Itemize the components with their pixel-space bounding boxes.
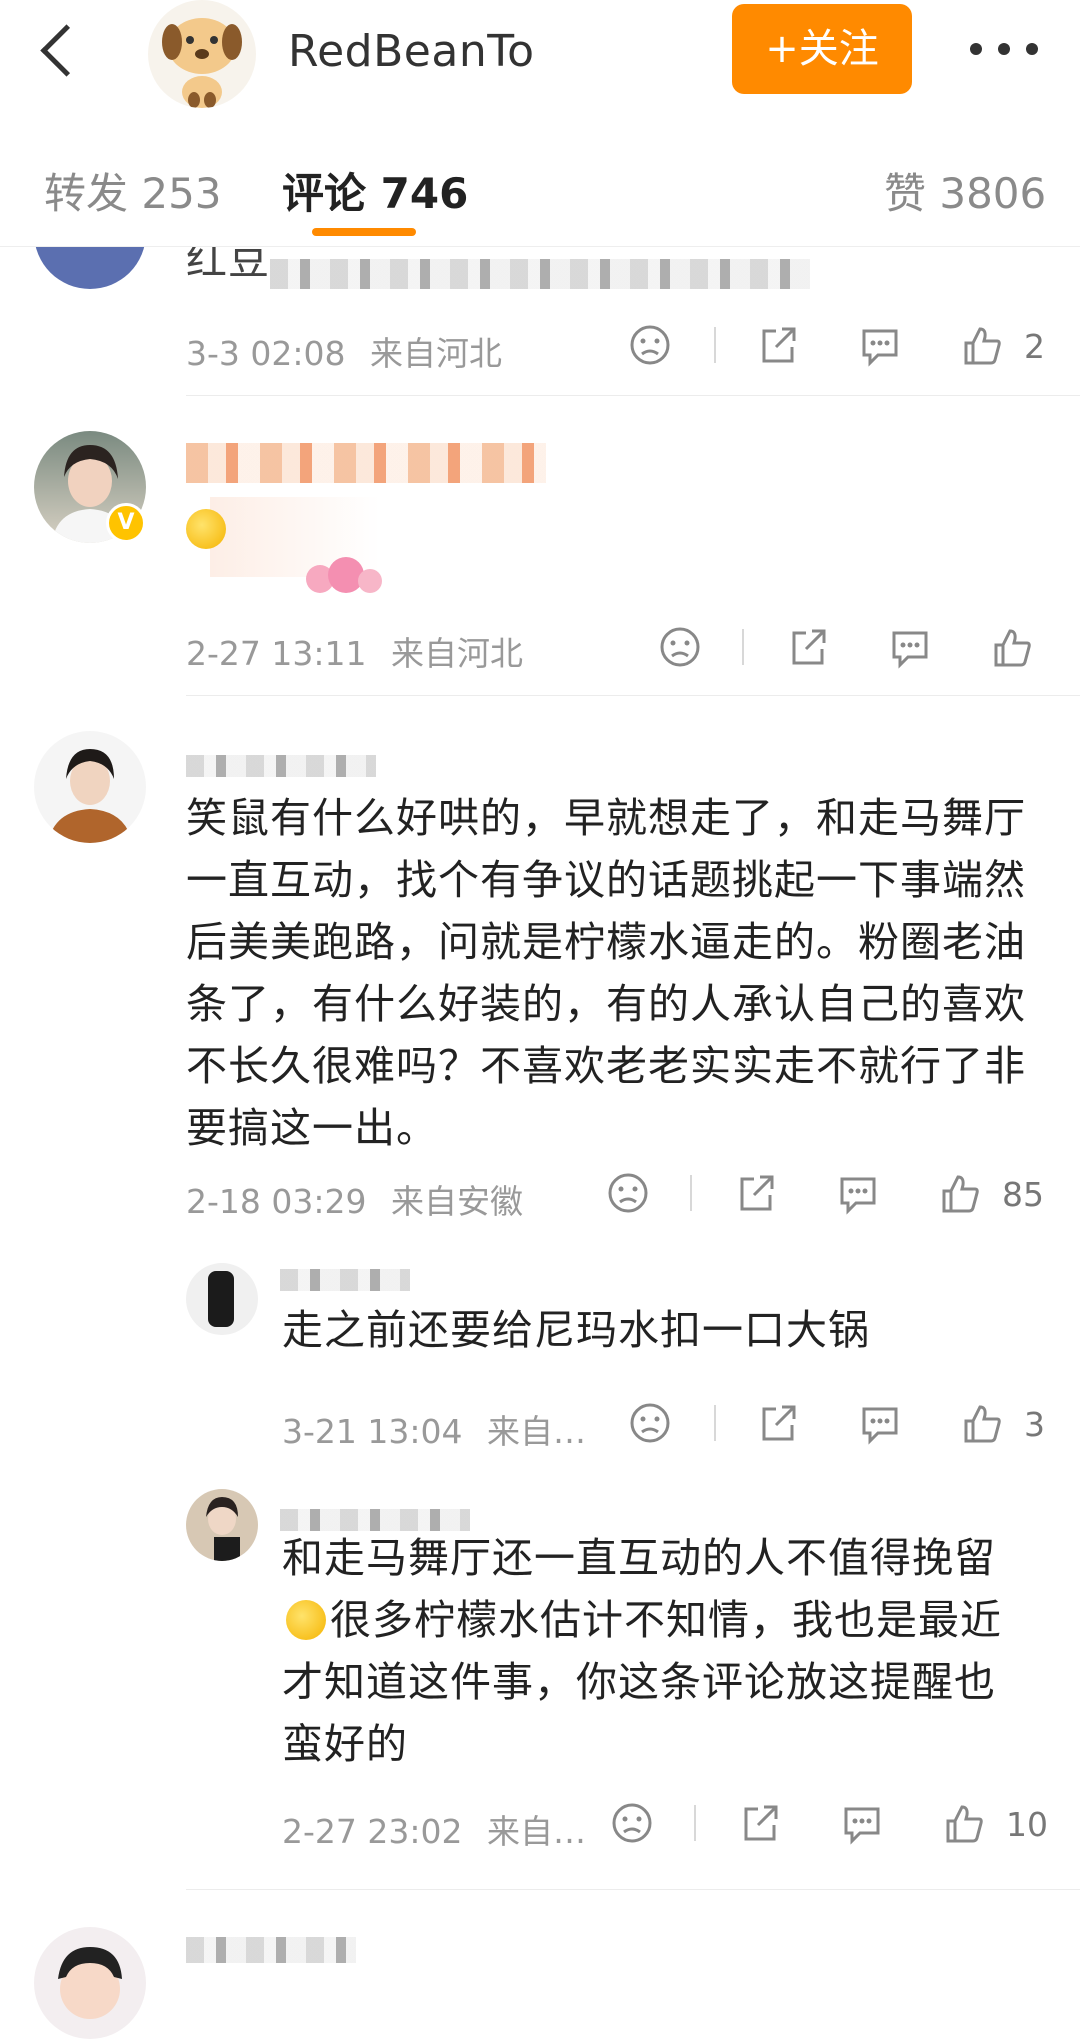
comment-location: 来自河北 <box>370 334 502 373</box>
sweat-emoji-icon <box>286 1600 326 1640</box>
tab-comments[interactable]: 评论 746 <box>282 160 468 221</box>
like-icon[interactable] <box>990 625 1034 669</box>
like-icon[interactable] <box>960 323 1004 367</box>
dislike-icon[interactable] <box>628 1401 672 1445</box>
comment-time: 2-27 23:02 <box>282 1812 463 1851</box>
separator <box>742 629 744 665</box>
person-avatar-icon <box>208 1271 234 1327</box>
comment-meta: 2-27 23:02 来自… <box>282 1805 586 1853</box>
like-count: 2 <box>1024 327 1045 366</box>
share-icon[interactable] <box>738 1801 782 1845</box>
tab-likes[interactable]: 赞 3806 <box>884 160 1046 221</box>
like-icon[interactable] <box>960 1401 1004 1445</box>
back-button[interactable] <box>30 20 90 80</box>
comment-icon[interactable] <box>840 1801 884 1845</box>
dislike-icon[interactable] <box>628 323 672 367</box>
dislike-icon[interactable] <box>610 1801 654 1845</box>
reply-text: 走之前还要给尼玛水扣一口大锅 <box>282 1306 870 1354</box>
like-count: 10 <box>1006 1805 1048 1844</box>
app-title: RedBeanTo <box>288 26 535 77</box>
verified-badge-icon: V <box>106 503 146 543</box>
comment-icon[interactable] <box>858 323 902 367</box>
share-icon[interactable] <box>756 323 800 367</box>
dislike-icon[interactable] <box>606 1171 650 1215</box>
like-icon[interactable] <box>938 1171 982 1215</box>
rose-sticker-icon <box>306 557 382 593</box>
comment-time: 3-21 13:04 <box>282 1412 463 1451</box>
comment-time: 2-18 03:29 <box>186 1182 367 1221</box>
separator <box>714 1405 716 1441</box>
comment-location: 来自安徽 <box>391 1182 523 1221</box>
comment-location: 来自河北 <box>391 634 523 673</box>
divider <box>186 1889 1080 1890</box>
active-tab-indicator <box>312 228 416 236</box>
top-bar: RedBeanTo +关注 <box>0 0 1080 111</box>
follow-button[interactable]: +关注 <box>732 4 912 94</box>
comment-icon[interactable] <box>888 625 932 669</box>
avatar[interactable] <box>148 0 256 108</box>
comment-meta: 2-27 13:11 来自河北 <box>186 627 523 675</box>
comment-meta: 3-3 02:08 来自河北 <box>186 327 502 375</box>
comment-meta: 2-18 03:29 来自安徽 <box>186 1175 523 1223</box>
comment-time: 2-27 13:11 <box>186 634 367 673</box>
dislike-icon[interactable] <box>658 625 702 669</box>
share-icon[interactable] <box>756 1401 800 1445</box>
divider <box>186 695 1080 696</box>
person-avatar-icon <box>206 1497 240 1561</box>
comment-text: 笑鼠有什么好哄的，早就想走了，和走马舞厅一直互动，找个有争议的话题挑起一下事端然… <box>186 794 1026 1152</box>
person-avatar-icon <box>48 749 132 843</box>
avatar[interactable] <box>34 731 146 843</box>
redacted-username <box>186 1937 356 1963</box>
separator <box>694 1805 696 1841</box>
comment-location: 来自… <box>487 1812 586 1851</box>
comment-meta: 3-21 13:04 来自… <box>282 1405 586 1453</box>
avatar[interactable] <box>186 1489 258 1561</box>
reply-text: 和走马舞厅还一直互动的人不值得挽留很多柠檬水估计不知情，我也是最近才知道这件事，… <box>282 1534 1002 1768</box>
dog-avatar-icon <box>162 18 242 108</box>
redacted-text <box>270 259 810 289</box>
separator <box>714 327 716 363</box>
like-count: 3 <box>1024 1405 1045 1444</box>
avatar[interactable] <box>186 1263 258 1335</box>
comment-icon[interactable] <box>858 1401 902 1445</box>
redacted-username <box>280 1269 410 1291</box>
comment-time: 3-3 02:08 <box>186 334 346 373</box>
comment-icon[interactable] <box>836 1171 880 1215</box>
tab-bar: 转发 253 评论 746 赞 3806 <box>0 110 1080 247</box>
redacted-username <box>186 443 546 483</box>
share-icon[interactable] <box>734 1171 778 1215</box>
like-count: 85 <box>1002 1175 1044 1214</box>
more-options-icon[interactable] <box>968 30 1040 70</box>
separator <box>690 1175 692 1211</box>
avatar[interactable] <box>34 1927 146 2039</box>
tab-repost[interactable]: 转发 253 <box>44 160 222 221</box>
divider <box>186 395 1080 396</box>
cartoon-avatar-icon <box>58 1947 122 2019</box>
like-icon[interactable] <box>942 1801 986 1845</box>
share-icon[interactable] <box>786 625 830 669</box>
hug-emoji-icon <box>186 509 226 549</box>
comment-location: 来自… <box>487 1412 586 1451</box>
redacted-username <box>186 755 376 777</box>
